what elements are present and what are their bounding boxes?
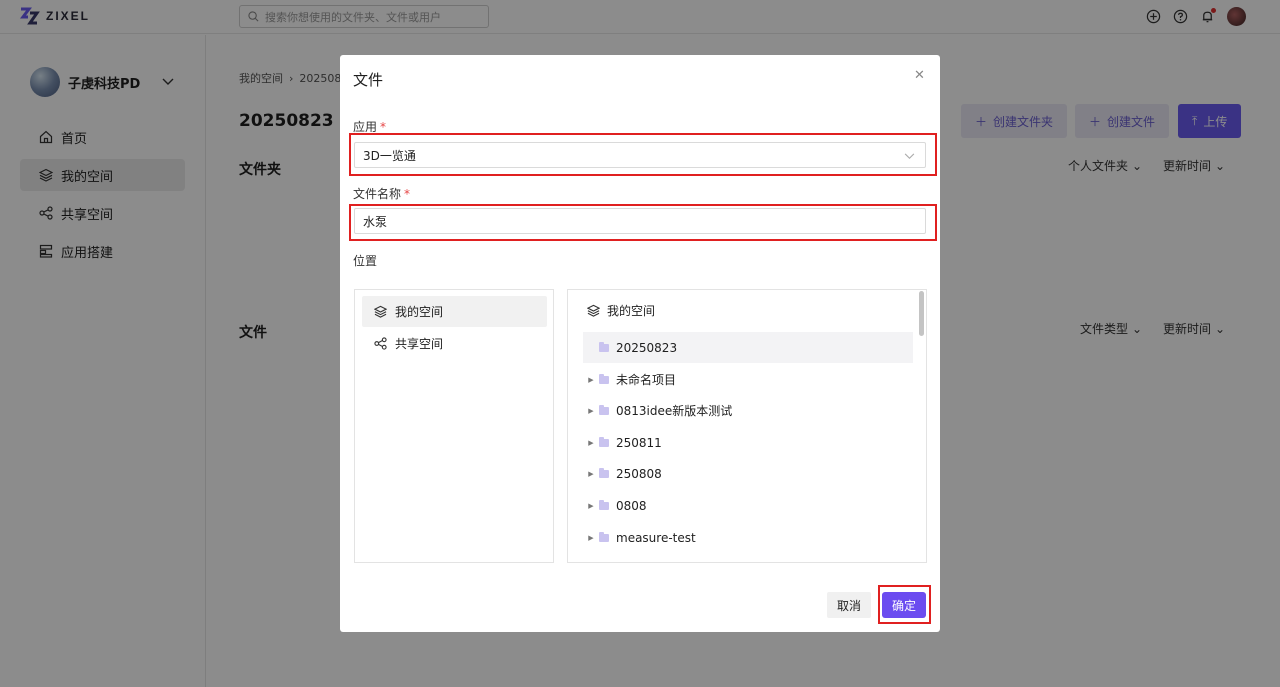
- folder-icon: [599, 436, 609, 447]
- layers-icon: [374, 305, 387, 318]
- folder-name: measure-test: [616, 530, 696, 545]
- app-select[interactable]: 3D一览通: [354, 142, 926, 168]
- caret-right-icon[interactable]: ▶: [583, 470, 599, 478]
- required-asterisk: *: [404, 187, 411, 201]
- tree-root[interactable]: 我的空间: [587, 302, 655, 319]
- tree-folder-row[interactable]: ▶ 未命名项目: [583, 364, 913, 395]
- name-field-label: 文件名称 *: [353, 185, 410, 202]
- space-item-label: 共享空间: [395, 337, 444, 351]
- folder-icon: [599, 373, 609, 384]
- folder-name: 250808: [616, 466, 662, 481]
- caret-right-icon[interactable]: ▶: [583, 407, 599, 415]
- cancel-button[interactable]: 取消: [827, 592, 871, 618]
- name-label-text: 文件名称: [353, 187, 402, 201]
- caret-right-icon[interactable]: ▶: [583, 439, 599, 447]
- tree-folder-row[interactable]: ▶ 0813idee新版本测试: [583, 395, 913, 426]
- app-select-value: 3D一览通: [363, 148, 416, 163]
- space-item-label: 我的空间: [395, 305, 444, 319]
- close-icon[interactable]: ✕: [914, 68, 925, 83]
- share-icon: [374, 337, 387, 350]
- tree-root-label: 我的空间: [607, 304, 656, 318]
- space-item-shared-space[interactable]: 共享空间: [362, 328, 547, 359]
- folder-tree: 我的空间 20250823 ▶ 未命名项目 ▶ 0813idee新版本测试 ▶ …: [567, 289, 927, 563]
- folder-name: 未命名项目: [616, 373, 677, 387]
- scrollbar[interactable]: [919, 291, 924, 336]
- file-name-value: 水泵: [363, 214, 388, 229]
- create-file-dialog: 文件 ✕ 应用 * 3D一览通 文件名称 * 水泵 位置 我的空间 共享空间 我的空…: [340, 55, 940, 632]
- confirm-button[interactable]: 确定: [882, 592, 926, 618]
- caret-right-icon[interactable]: ▶: [583, 534, 599, 542]
- layers-icon: [587, 304, 600, 317]
- chevron-down-icon: [904, 149, 915, 163]
- folder-icon: [599, 499, 609, 510]
- folder-icon: [599, 467, 609, 478]
- tree-folder-row[interactable]: ▶ 250811: [583, 427, 913, 458]
- location-label: 位置: [353, 254, 378, 268]
- app-label-text: 应用: [353, 120, 378, 134]
- folder-name: 0808: [616, 498, 647, 513]
- folder-name: 20250823: [616, 340, 678, 355]
- folder-name: 0813idee新版本测试: [616, 404, 733, 418]
- caret-right-icon[interactable]: ▶: [583, 502, 599, 510]
- required-asterisk: *: [380, 120, 387, 134]
- folder-icon: [599, 404, 609, 415]
- tree-folder-row[interactable]: 20250823: [583, 332, 913, 363]
- tree-folder-row[interactable]: ▶ measure-test: [583, 522, 913, 553]
- tree-folder-row[interactable]: ▶ 0808: [583, 490, 913, 521]
- folder-icon: [599, 341, 609, 352]
- tree-folder-row[interactable]: ▶ 250808: [583, 458, 913, 489]
- dialog-title: 文件: [353, 71, 384, 89]
- folder-name: 250811: [616, 435, 662, 450]
- folder-icon: [599, 531, 609, 542]
- file-name-input[interactable]: 水泵: [354, 208, 926, 234]
- space-list: 我的空间 共享空间: [354, 289, 554, 563]
- space-item-my-space[interactable]: 我的空间: [362, 296, 547, 327]
- caret-right-icon[interactable]: ▶: [583, 376, 599, 384]
